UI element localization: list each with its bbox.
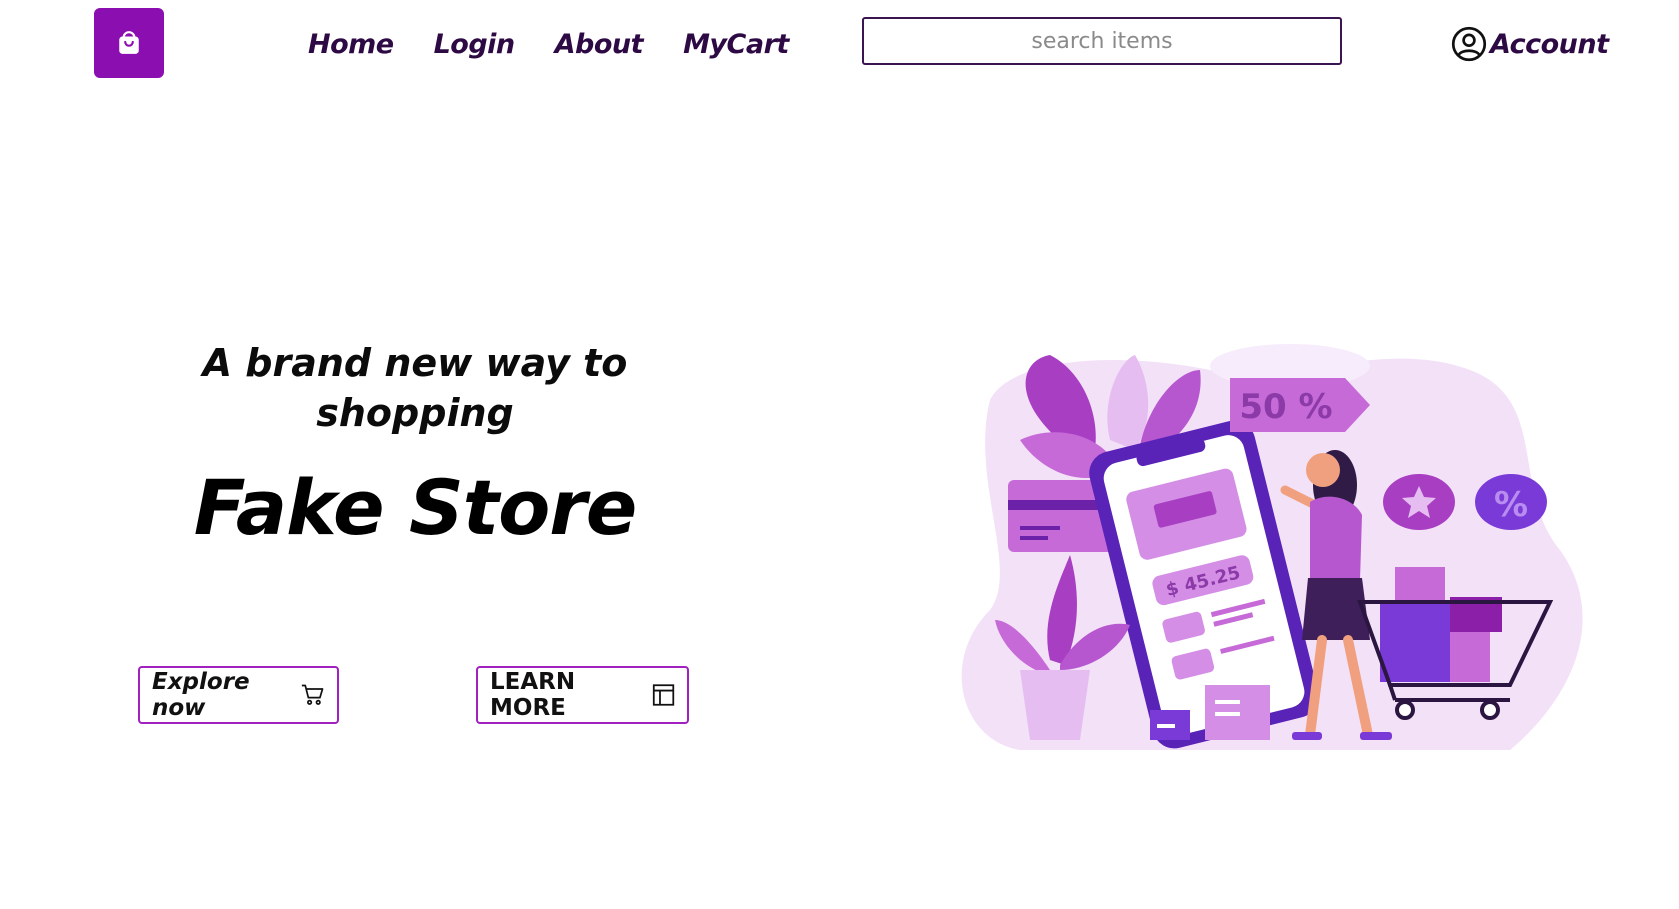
cart-box [1450, 632, 1490, 682]
learn-more-button[interactable]: LEARN MORE [476, 666, 689, 724]
nav-mycart[interactable]: MyCart [683, 29, 789, 60]
store-title: Fake Store [193, 463, 638, 552]
nav-about[interactable]: About [555, 29, 644, 60]
nav-login[interactable]: Login [434, 29, 516, 60]
account-label: Account [1490, 28, 1609, 60]
cart-wheel [1395, 700, 1415, 720]
cart-icon [301, 684, 324, 705]
logo-button[interactable] [94, 8, 164, 78]
layout-icon [652, 684, 675, 706]
cart-box [1380, 602, 1450, 682]
percent-badge-label: % [1494, 485, 1528, 525]
search-input[interactable] [862, 17, 1342, 65]
shopping-bag-icon [119, 31, 139, 54]
user-circle-icon [1451, 26, 1487, 62]
shopping-illustration: $ 45.25 50 % % [961, 344, 1583, 750]
plant-pot [1020, 670, 1090, 740]
learn-more-label: LEARN MORE [490, 669, 576, 721]
hero-tagline: A brand new way to shopping [202, 341, 628, 435]
explore-now-button[interactable]: Explore now [138, 666, 339, 724]
woman-top [1310, 496, 1362, 580]
main-nav: Home Login About MyCart [308, 22, 789, 66]
nav-home[interactable]: Home [308, 29, 394, 60]
discount-label: 50 % [1239, 387, 1332, 427]
explore-now-label: Explore now [152, 669, 250, 721]
cart-wheel [1480, 700, 1500, 720]
woman-skirt [1302, 578, 1370, 640]
account-button[interactable]: Account [1451, 22, 1609, 66]
cart-box [1395, 567, 1445, 602]
